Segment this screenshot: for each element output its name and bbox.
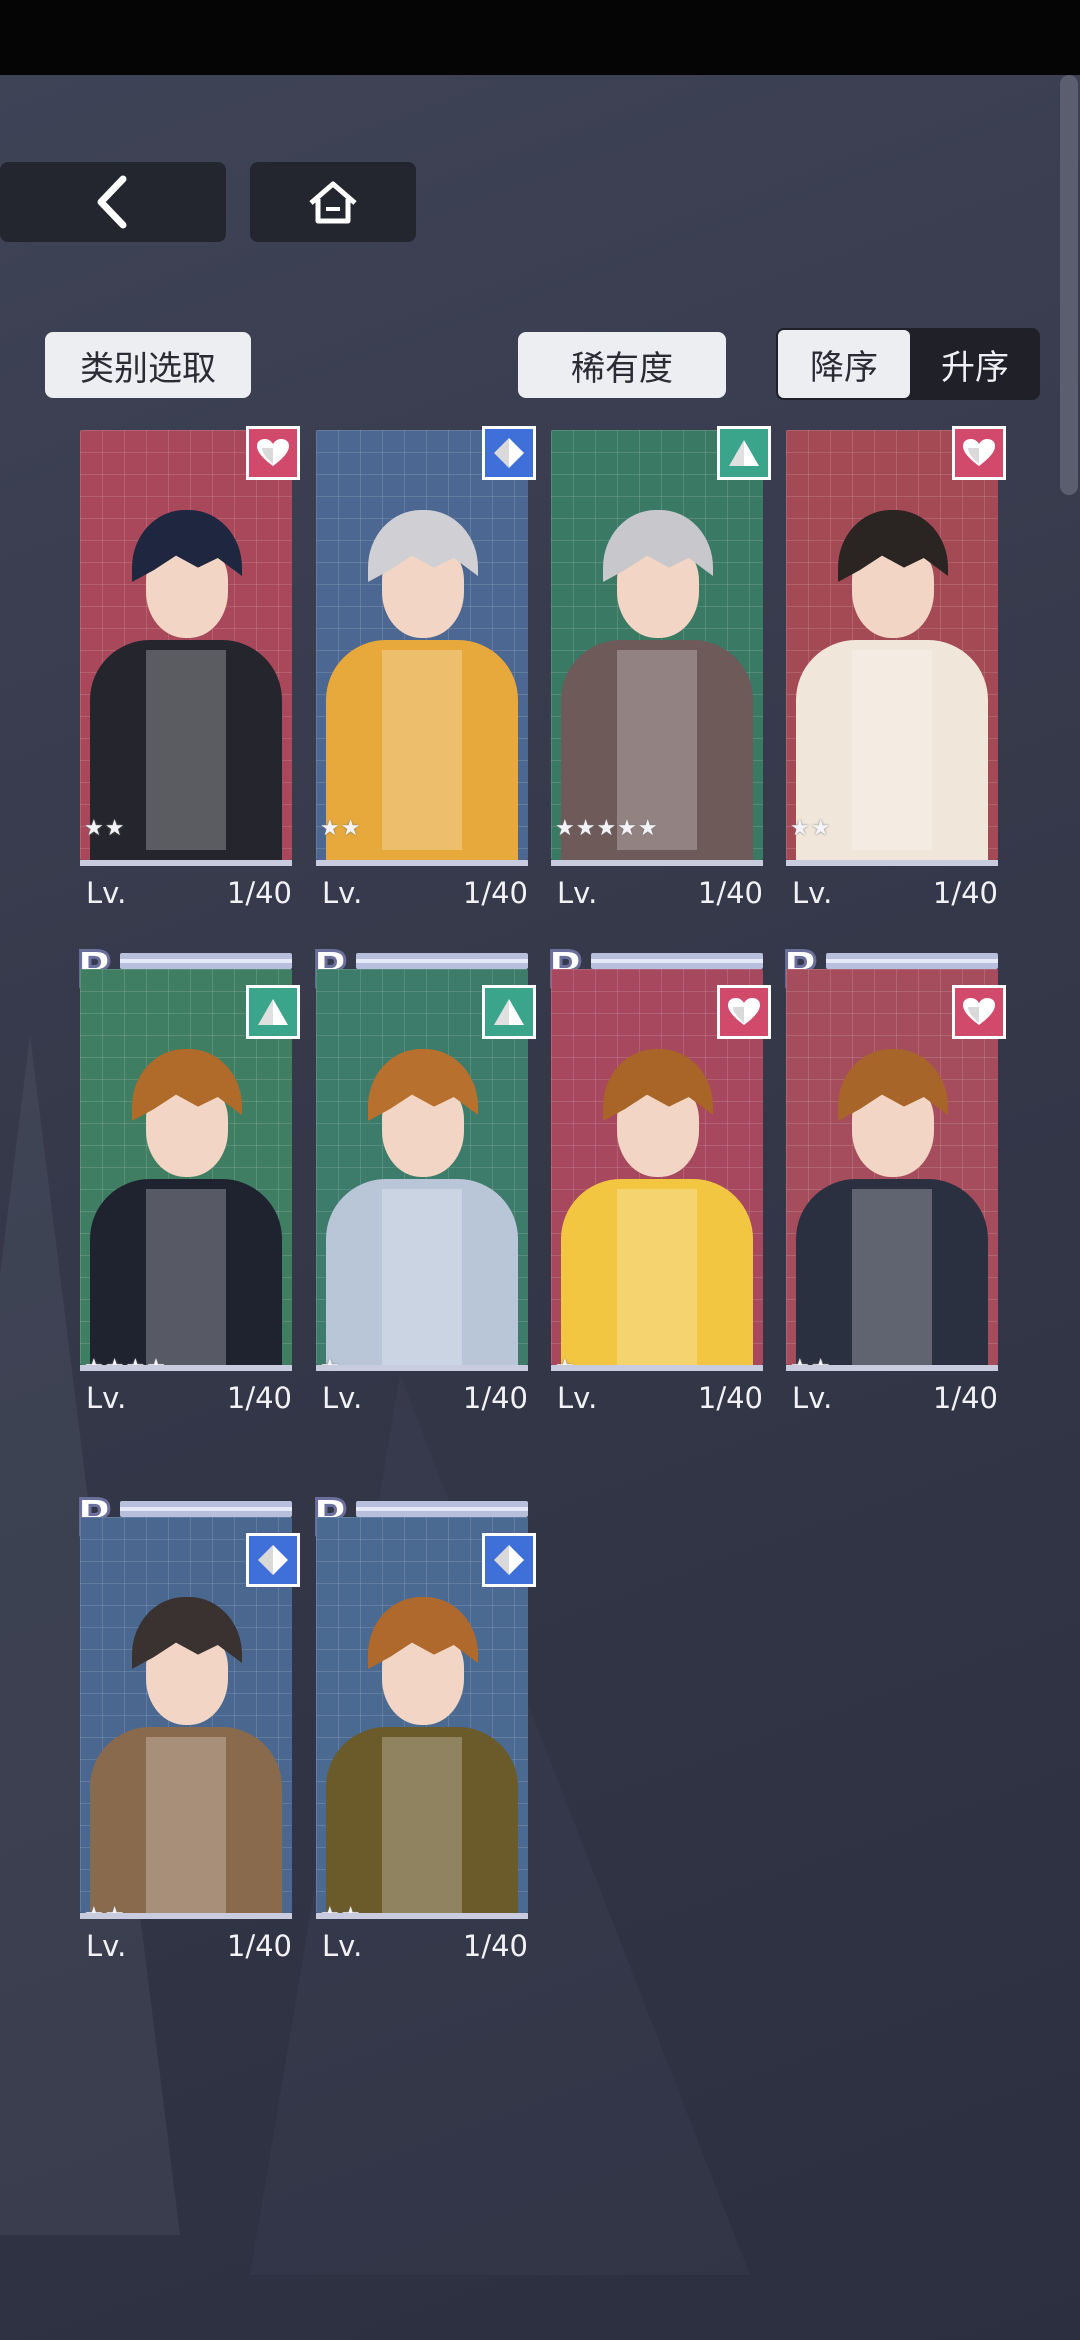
- card-grid: R ★★ Lv. 1/40 R ★★: [0, 426, 1080, 2050]
- card-header-tab: [356, 953, 528, 969]
- level-label: Lv.: [86, 876, 127, 910]
- star-rating: ★★★★★: [555, 816, 659, 841]
- card-underline: [786, 860, 998, 866]
- level-value: 1/40: [462, 876, 528, 910]
- home-button[interactable]: [250, 162, 416, 242]
- level-label: Lv.: [322, 876, 363, 910]
- card-underline: [80, 1365, 292, 1371]
- level-value: 1/40: [226, 1381, 292, 1415]
- star-rating: ★★: [84, 816, 126, 841]
- card-header-tab: [591, 953, 763, 969]
- card-header-tab: [120, 953, 292, 969]
- star-rating: ★★: [320, 1903, 361, 1913]
- level-label: Lv.: [86, 1381, 127, 1415]
- character-card[interactable]: R ★★ Lv. 1/40: [786, 426, 1006, 950]
- character-card[interactable]: R ★★★★★ Lv. 1/40: [551, 426, 771, 950]
- level-value: 1/40: [697, 1381, 763, 1415]
- triangle-attribute-icon: [482, 985, 536, 1039]
- chevron-left-icon: [97, 175, 127, 229]
- star-rating: ★★: [790, 1355, 831, 1365]
- heart-attribute-icon: [952, 426, 1006, 480]
- card-header-tab: [826, 953, 998, 969]
- heart-attribute-icon: [717, 985, 771, 1039]
- card-underline: [786, 1365, 998, 1371]
- heart-attribute-icon: [952, 985, 1006, 1039]
- card-underline: [316, 1365, 528, 1371]
- star-rating: ★: [320, 1355, 341, 1365]
- star-rating: ★: [555, 1355, 576, 1365]
- card-underline: [551, 1365, 763, 1371]
- star-rating: ★★: [84, 1903, 125, 1913]
- character-card[interactable]: R ★ Lv. 1/40: [311, 944, 536, 1455]
- level-label: Lv.: [322, 1381, 363, 1415]
- character-portrait: ★★: [316, 430, 528, 860]
- scrollbar-thumb[interactable]: [1060, 75, 1078, 495]
- character-card[interactable]: R ★ Lv. 1/40: [546, 944, 771, 1455]
- character-card[interactable]: R ★★ Lv. 1/40: [311, 1492, 536, 2003]
- card-underline: [551, 860, 763, 866]
- star-rating: ★★★★: [84, 1355, 167, 1365]
- level-value: 1/40: [226, 1929, 292, 1963]
- level-value: 1/40: [697, 876, 763, 910]
- card-underline: [80, 1913, 292, 1919]
- status-bar: [0, 0, 1080, 75]
- star-rating: ★★: [790, 816, 832, 841]
- card-underline: [80, 860, 292, 866]
- star-rating: ★★: [320, 816, 362, 841]
- category-filter-button[interactable]: 类别选取: [45, 332, 251, 398]
- level-value: 1/40: [932, 1381, 998, 1415]
- level-label: Lv.: [557, 876, 598, 910]
- level-value: 1/40: [462, 1381, 528, 1415]
- diamond-attribute-icon: [482, 1533, 536, 1587]
- character-card[interactable]: R ★★ Lv. 1/40: [316, 426, 536, 950]
- card-underline: [316, 1913, 528, 1919]
- back-button[interactable]: [0, 162, 226, 242]
- card-header-tab: [356, 1501, 528, 1517]
- triangle-attribute-icon: [717, 426, 771, 480]
- character-portrait: ★★: [80, 430, 292, 860]
- level-value: 1/40: [226, 876, 292, 910]
- level-label: Lv.: [86, 1929, 127, 1963]
- card-underline: [316, 860, 528, 866]
- diamond-attribute-icon: [482, 426, 536, 480]
- character-card[interactable]: R ★★ Lv. 1/40: [781, 944, 1006, 1455]
- home-icon: [309, 181, 357, 224]
- card-header-tab: [120, 1501, 292, 1517]
- character-portrait: ★★★★★: [551, 430, 763, 860]
- rarity-sort-button[interactable]: 稀有度: [518, 332, 726, 398]
- triangle-attribute-icon: [246, 985, 300, 1039]
- level-label: Lv.: [322, 1929, 363, 1963]
- level-label: Lv.: [792, 1381, 833, 1415]
- level-value: 1/40: [462, 1929, 528, 1963]
- character-portrait: ★★: [786, 430, 998, 860]
- level-label: Lv.: [557, 1381, 598, 1415]
- sort-descending-button[interactable]: 降序: [778, 330, 910, 398]
- character-card[interactable]: R ★★ Lv. 1/40: [80, 426, 300, 950]
- level-value: 1/40: [932, 876, 998, 910]
- sort-ascending-button[interactable]: 升序: [912, 330, 1038, 398]
- sort-order-toggle: 降序 升序: [776, 328, 1040, 400]
- heart-attribute-icon: [246, 426, 300, 480]
- character-card[interactable]: R ★★★★ Lv. 1/40: [75, 944, 300, 1455]
- character-card[interactable]: R ★★ Lv. 1/40: [75, 1492, 300, 2003]
- diamond-attribute-icon: [246, 1533, 300, 1587]
- scrollbar[interactable]: [1058, 75, 1080, 495]
- level-label: Lv.: [792, 876, 833, 910]
